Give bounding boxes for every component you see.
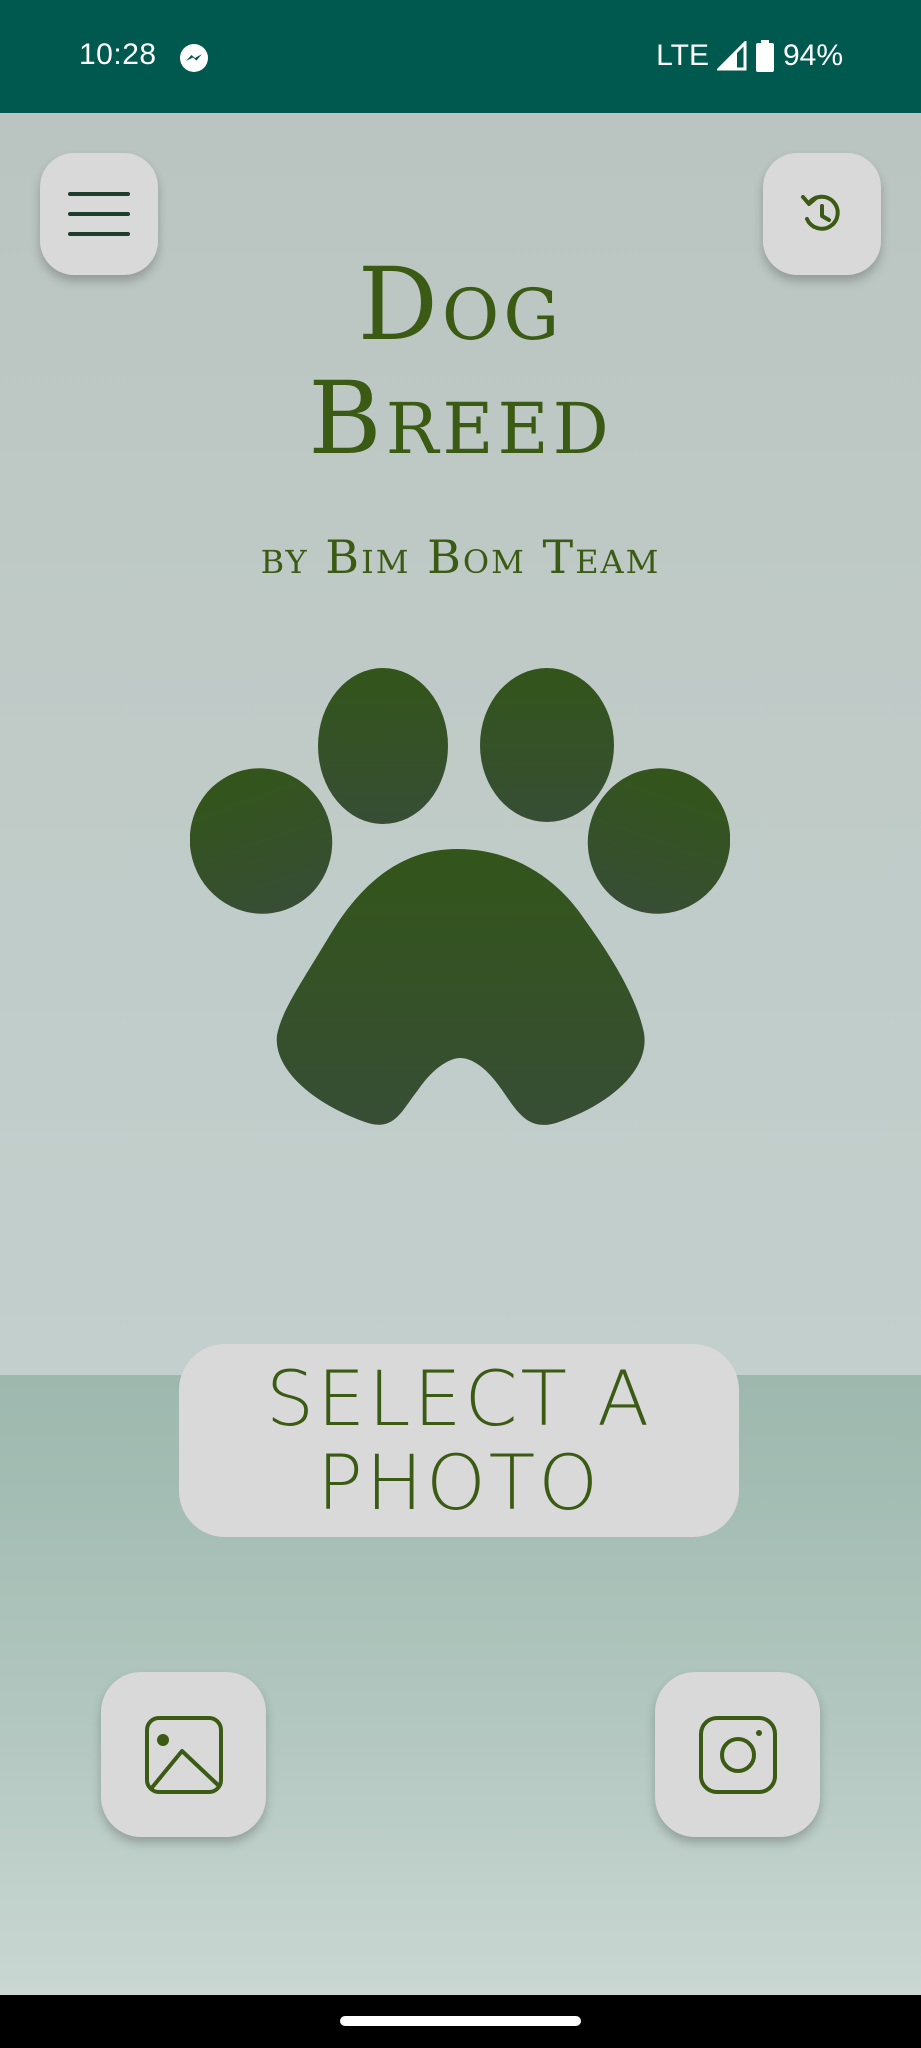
- select-photo-button[interactable]: SELECT A PHOTO: [179, 1344, 739, 1537]
- history-icon: [801, 194, 840, 231]
- network-label: LTE: [656, 39, 709, 72]
- gallery-button[interactable]: [101, 1672, 266, 1837]
- select-photo-label: SELECT A PHOTO: [265, 1353, 653, 1527]
- messenger-icon: [180, 44, 208, 72]
- app-title-line2: Breed: [308, 360, 613, 477]
- app-title: Dog Breed: [0, 248, 921, 476]
- image-gallery-icon: [144, 1715, 223, 1794]
- camera-button[interactable]: [655, 1672, 820, 1837]
- home-gesture-handle[interactable]: [340, 2016, 581, 2026]
- battery-level: 94%: [782, 39, 843, 72]
- paw-print-icon: [190, 668, 730, 1125]
- app-title-line1: Dog: [357, 246, 564, 363]
- status-time: 10:28: [79, 38, 157, 71]
- status-indicators: LTE 94%: [656, 38, 843, 74]
- app-subtitle: by Bim Bom Team: [260, 530, 661, 584]
- signal-icon: [716, 41, 747, 71]
- hamburger-menu-icon: [68, 192, 130, 236]
- battery-icon: [755, 40, 774, 72]
- status-bar: 10:28 LTE 94%: [0, 0, 921, 113]
- camera-icon: [698, 1715, 777, 1794]
